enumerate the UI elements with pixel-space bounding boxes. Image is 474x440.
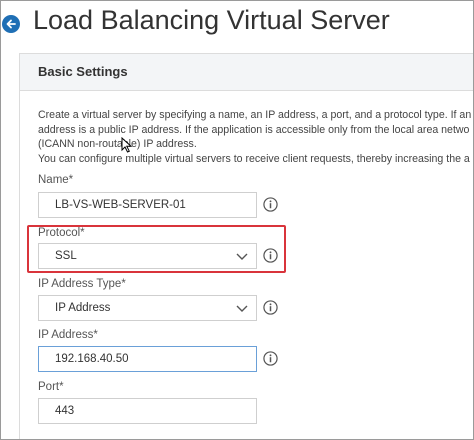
arrow-left-icon xyxy=(6,19,16,29)
chevron-down-icon xyxy=(236,305,248,312)
ip-address-type-select[interactable]: IP Address xyxy=(38,295,257,321)
description-line: You can configure multiple virtual serve… xyxy=(38,152,470,165)
mouse-cursor-icon xyxy=(121,137,132,153)
window-frame: Load Balancing Virtual Server Basic Sett… xyxy=(0,0,474,440)
panel-title: Basic Settings xyxy=(38,64,128,79)
description-line: Create a virtual server by specifying a … xyxy=(38,109,472,121)
name-info-icon[interactable] xyxy=(263,197,278,212)
port-label: Port* xyxy=(38,381,64,393)
description-text: Create a virtual server by specifying a … xyxy=(38,108,473,166)
panel-header: Basic Settings xyxy=(20,54,473,91)
ip-address-type-info-icon[interactable] xyxy=(263,300,278,315)
page-title: Load Balancing Virtual Server xyxy=(33,5,390,35)
back-button[interactable] xyxy=(2,15,20,33)
name-label: Name* xyxy=(38,174,74,186)
ip-address-type-value: IP Address xyxy=(55,302,111,314)
protocol-highlight-box xyxy=(27,225,286,273)
ip-address-input[interactable]: 192.168.40.50 xyxy=(38,346,257,372)
ip-address-label: IP Address* xyxy=(38,329,98,341)
name-input[interactable]: LB-VS-WEB-SERVER-01 xyxy=(38,192,257,218)
description-line: (ICANN non-routable) IP address. xyxy=(38,138,197,150)
ip-address-type-label: IP Address Type* xyxy=(38,278,126,290)
ip-address-info-icon[interactable] xyxy=(263,351,278,366)
description-line: address is a public IP address. If the a… xyxy=(38,123,470,136)
port-input[interactable]: 443 xyxy=(38,398,257,424)
